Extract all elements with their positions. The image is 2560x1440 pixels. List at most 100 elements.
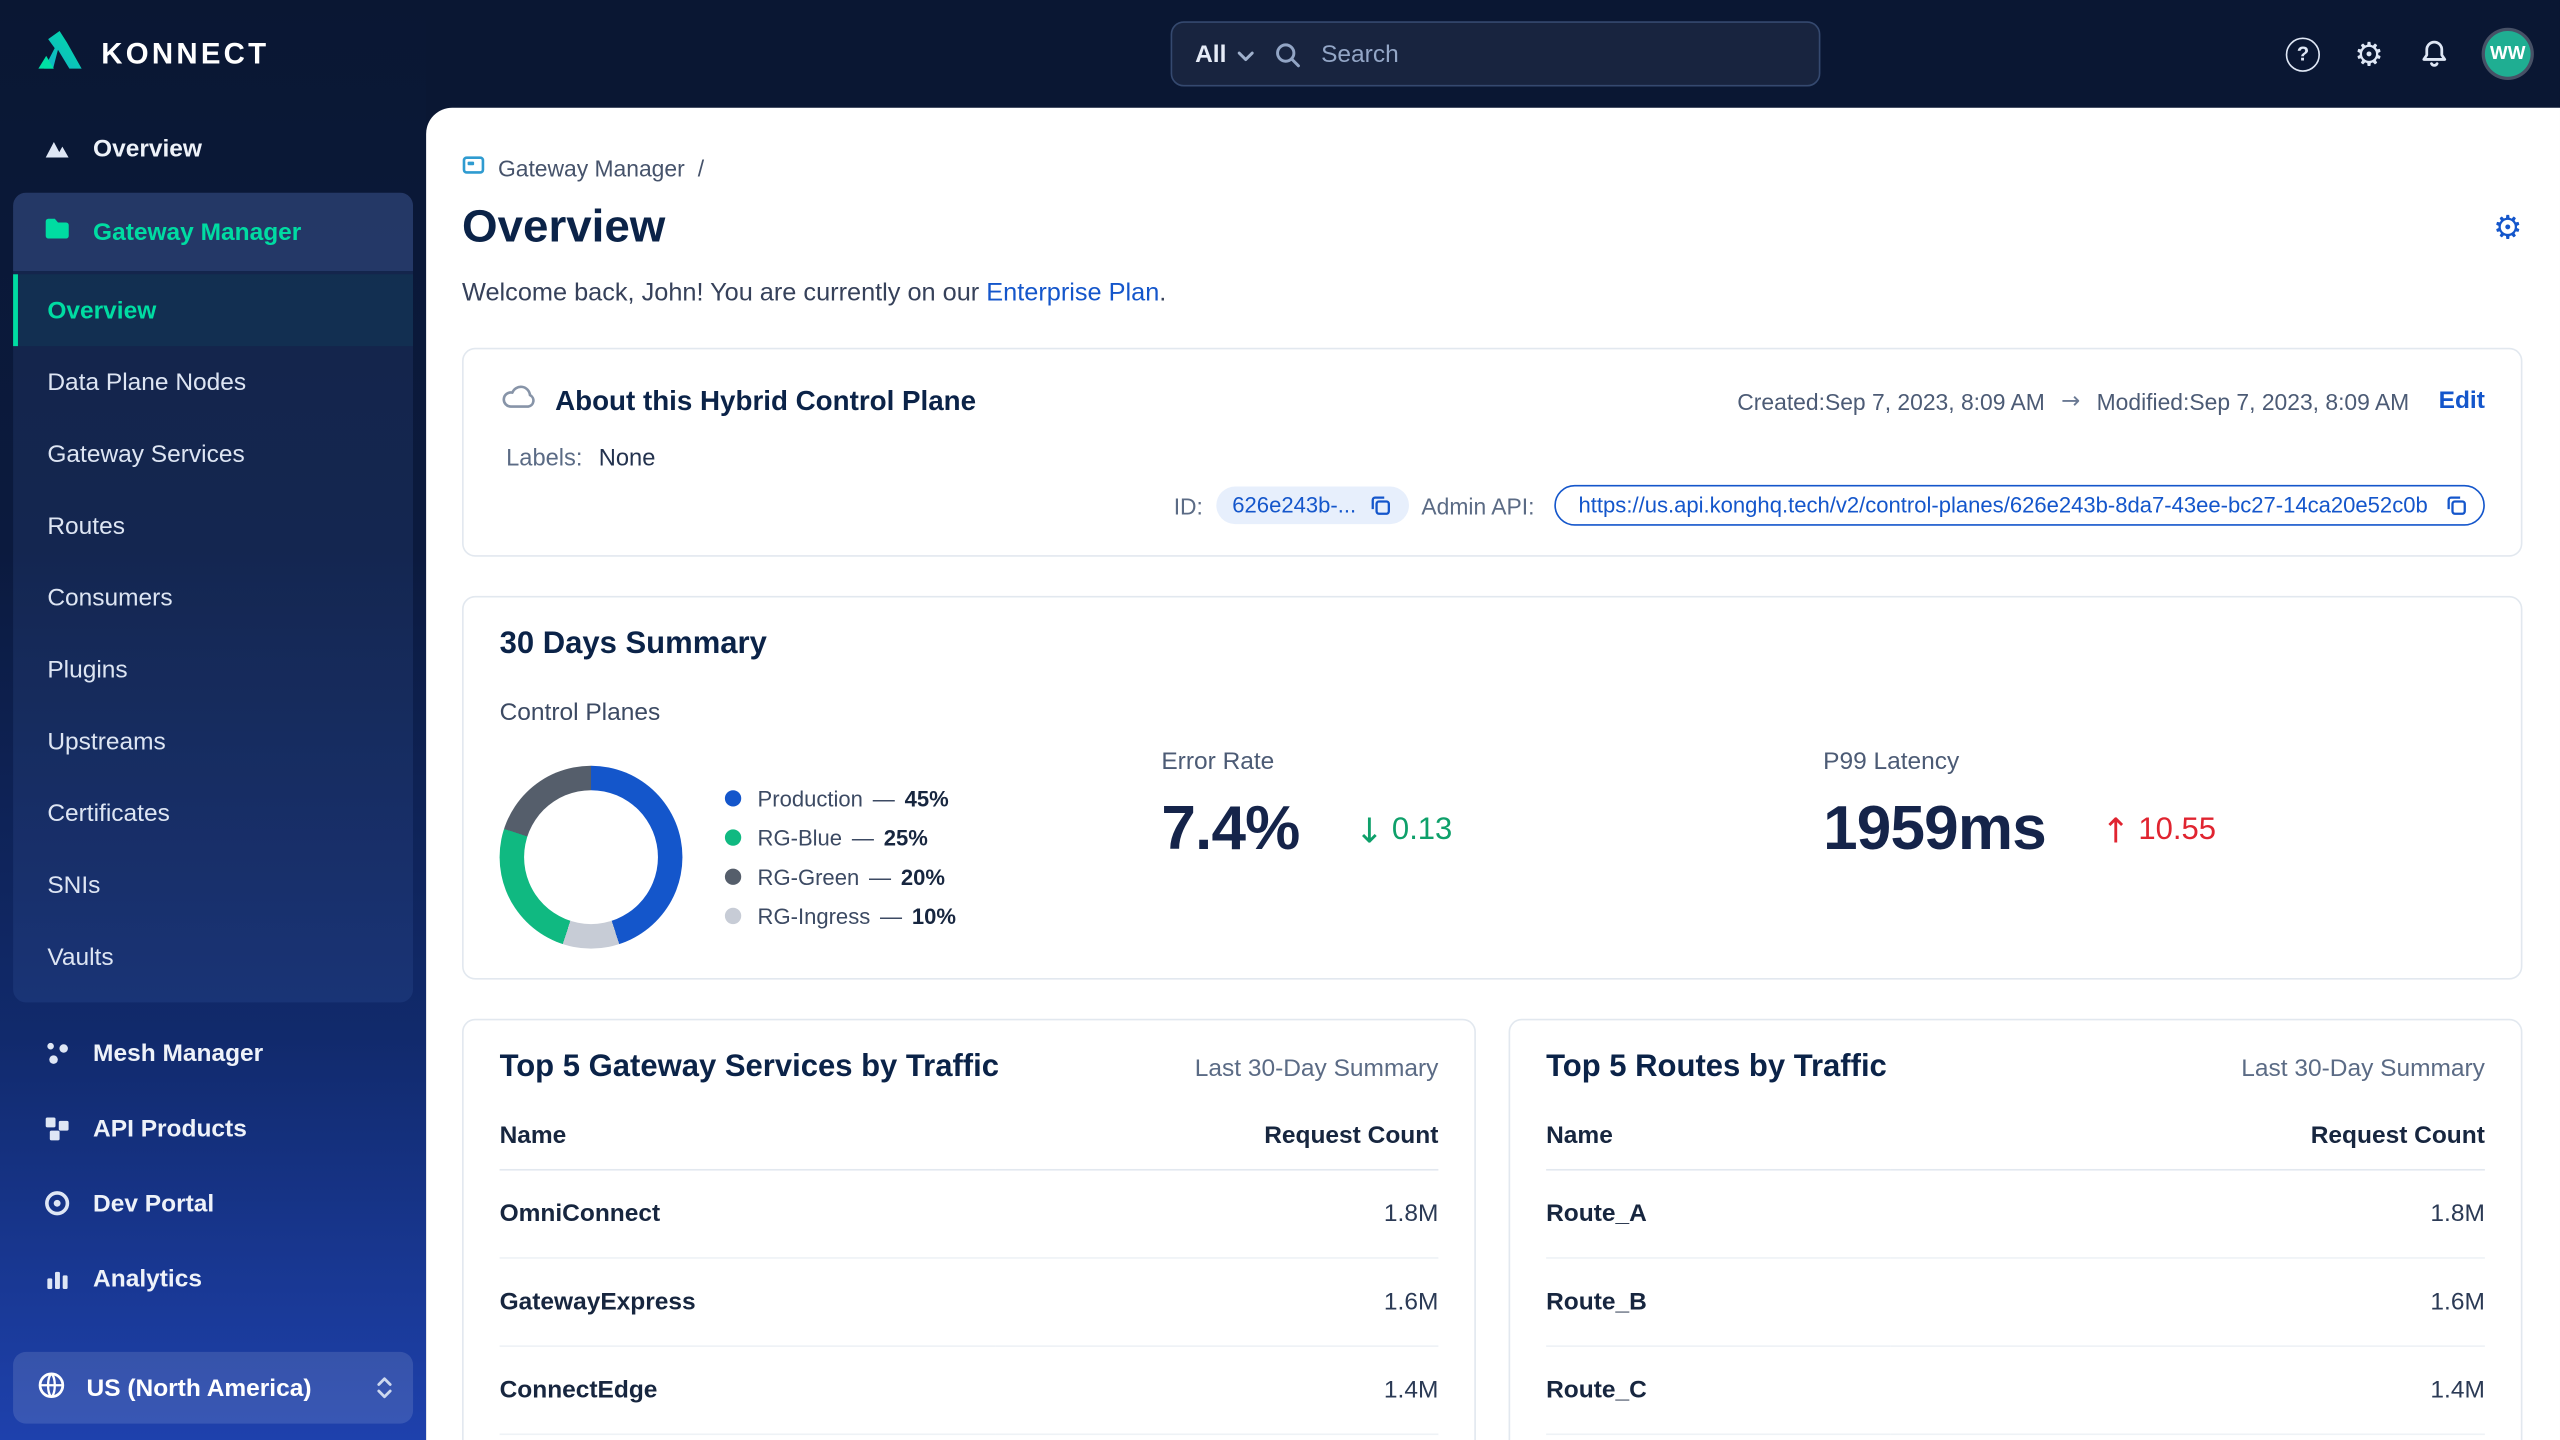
help-icon[interactable]: ? [2285,36,2321,72]
sidebar-item-overview[interactable]: Overview [0,111,426,186]
sidebar-group-gateway-manager: Gateway Manager Overview Data Plane Node… [13,192,414,1003]
column-header-request-count: Request Count [1890,1102,2485,1171]
edit-button[interactable]: Edit [2439,387,2485,415]
id-row: ID: 626e243b-... Admin API: https://us.a… [500,484,2485,526]
app-root: Overview Gateway Manager Overview Data P… [0,0,2560,1440]
welcome-message: Welcome back, John! You are currently on… [462,279,1167,307]
chevron-updown-icon [376,1375,394,1401]
sidebar-item-routes[interactable]: Routes [13,490,413,562]
gateway-manager-icon [42,214,71,250]
enterprise-plan-link[interactable]: Enterprise Plan [986,279,1159,307]
sidebar-item-label: Gateway Manager [93,217,302,246]
dev-portal-icon [42,1189,71,1218]
modified-timestamp: Modified:Sep 7, 2023, 8:09 AM [2096,387,2410,414]
sidebar-item-gm-overview[interactable]: Overview [13,274,414,347]
created-timestamp: Created:Sep 7, 2023, 8:09 AM [1737,387,2045,414]
legend-item-production: Production — 45% [724,786,956,811]
sidebar-item-snis[interactable]: SNIs [13,849,413,921]
sidebar-item-consumers[interactable]: Consumers [13,562,413,634]
id-label: ID: [1173,492,1203,519]
user-avatar[interactable]: WW [2484,31,2531,77]
topbar: KONNECT All ? ⚙ WW [0,0,2560,108]
table-title: Top 5 Gateway Services by Traffic [499,1049,1000,1085]
sidebar-item-plugins[interactable]: Plugins [13,633,413,705]
page-settings-gear-icon[interactable]: ⚙ [2493,211,2522,244]
routes-table: Name Request Count Route_A 1.8M Route_B 1.… [1546,1102,2485,1436]
copy-id-icon[interactable] [1367,493,1391,517]
top-gateway-services-card: Top 5 Gateway Services by Traffic Last 3… [462,1018,1476,1440]
sidebar: Overview Gateway Manager Overview Data P… [0,0,427,1440]
kong-logo-icon [36,28,85,80]
sidebar-item-api-products[interactable]: API Products [0,1091,426,1166]
sidebar-item-label: Analytics [93,1264,202,1293]
overview-icon [42,134,71,163]
traffic-tables: Top 5 Gateway Services by Traffic Last 3… [462,1018,2523,1440]
error-rate-value: 7.4% [1161,795,1300,864]
sidebar-item-gateway-services[interactable]: Gateway Services [13,418,413,490]
sidebar-item-vaults[interactable]: Vaults [13,921,413,993]
breadcrumb-gateway-manager[interactable]: Gateway Manager [498,154,685,180]
sidebar-item-dev-portal[interactable]: Dev Portal [0,1166,426,1241]
about-card-meta: Created:Sep 7, 2023, 8:09 AM → Modified:… [1737,387,2485,415]
error-rate-delta: ↓ 0.13 [1355,810,1453,850]
error-rate-label: Error Rate [1161,747,1275,776]
legend-item-rg-blue: RG-Blue — 25% [724,825,956,850]
sidebar-item-certificates[interactable]: Certificates [13,777,413,849]
sidebar-item-data-plane-nodes[interactable]: Data Plane Nodes [13,346,413,418]
brand[interactable]: KONNECT [36,0,269,108]
thirty-days-summary-card: 30 Days Summary Control Planes Productio… [462,595,2523,980]
table-period: Last 30-Day Summary [2241,1054,2485,1083]
column-header-name: Name [499,1102,997,1171]
breadcrumb: Gateway Manager / [462,153,2522,181]
sidebar-item-mesh-manager[interactable]: Mesh Manager [0,1016,426,1091]
table-row: Route_B 1.6M [1546,1257,2485,1347]
p99-latency-value: 1959ms [1823,795,2047,864]
legend-dot [724,868,742,885]
page-title: Overview [462,200,666,252]
breadcrumb-separator: / [697,154,705,181]
legend-item-rg-green: RG-Green — 20% [724,864,956,889]
legend-item-rg-ingress: RG-Ingress — 10% [724,904,956,928]
admin-api-url-pill[interactable]: https://us.api.konghq.tech/v2/control-pl… [1554,484,2485,526]
sidebar-nav: Overview Gateway Manager Overview Data P… [0,111,426,1316]
brand-wordmark: KONNECT [101,36,270,70]
cloud-icon [500,379,539,423]
labels-label: Labels: [506,445,583,472]
sidebar-item-label: Overview [93,134,202,163]
control-plane-id-pill[interactable]: 626e243b-... [1215,486,1409,525]
search-input[interactable] [1321,39,1796,68]
table-row: GatewayExpress 1.6M [499,1257,1439,1347]
control-planes-donut-chart [499,765,683,949]
region-selector[interactable]: US (North America) [13,1351,414,1424]
column-header-request-count: Request Count [996,1102,1439,1171]
sidebar-item-label: Dev Portal [93,1189,215,1218]
gateway-services-table: Name Request Count OmniConnect 1.8M Gatew… [499,1102,1439,1436]
about-control-plane-card: About this Hybrid Control Plane Created:… [462,347,2523,557]
column-header-name: Name [1546,1102,1891,1171]
topbar-actions: ? ⚙ WW [2285,0,2531,108]
globe-icon [36,1369,67,1407]
table-row: Route_A 1.8M [1546,1169,2485,1259]
search-scope-dropdown[interactable]: All [1195,40,1254,68]
summary-title: 30 Days Summary [499,626,767,662]
p99-latency-delta: ↑ 10.55 [2101,810,2216,850]
table-row: Route_C 1.4M [1546,1346,2485,1436]
copy-admin-api-icon[interactable] [2444,493,2468,517]
control-planes-block: Control Planes Production — 45% RG-Blue … [499,698,1162,949]
notifications-bell-icon[interactable] [2418,38,2451,71]
sidebar-item-label: API Products [93,1114,247,1143]
control-planes-label: Control Planes [499,698,661,727]
table-row: ConnectEdge 1.4M [499,1346,1439,1436]
labels-row: Labels: None [500,446,2485,472]
legend-dot [724,790,742,807]
legend-dot [724,907,742,925]
gateway-manager-submenu: Overview Data Plane Nodes Gateway Servic… [13,271,414,1003]
arrow-down-icon: ↓ [1355,810,1384,850]
settings-gear-icon[interactable]: ⚙ [2354,38,2383,71]
sidebar-item-analytics[interactable]: Analytics [0,1241,426,1316]
sidebar-item-gateway-manager[interactable]: Gateway Manager [13,192,414,272]
p99-latency-label: P99 Latency [1823,747,1960,776]
sidebar-item-upstreams[interactable]: Upstreams [13,705,413,777]
search-icon [1274,40,1302,68]
title-row: Overview ⚙ [462,201,2522,253]
